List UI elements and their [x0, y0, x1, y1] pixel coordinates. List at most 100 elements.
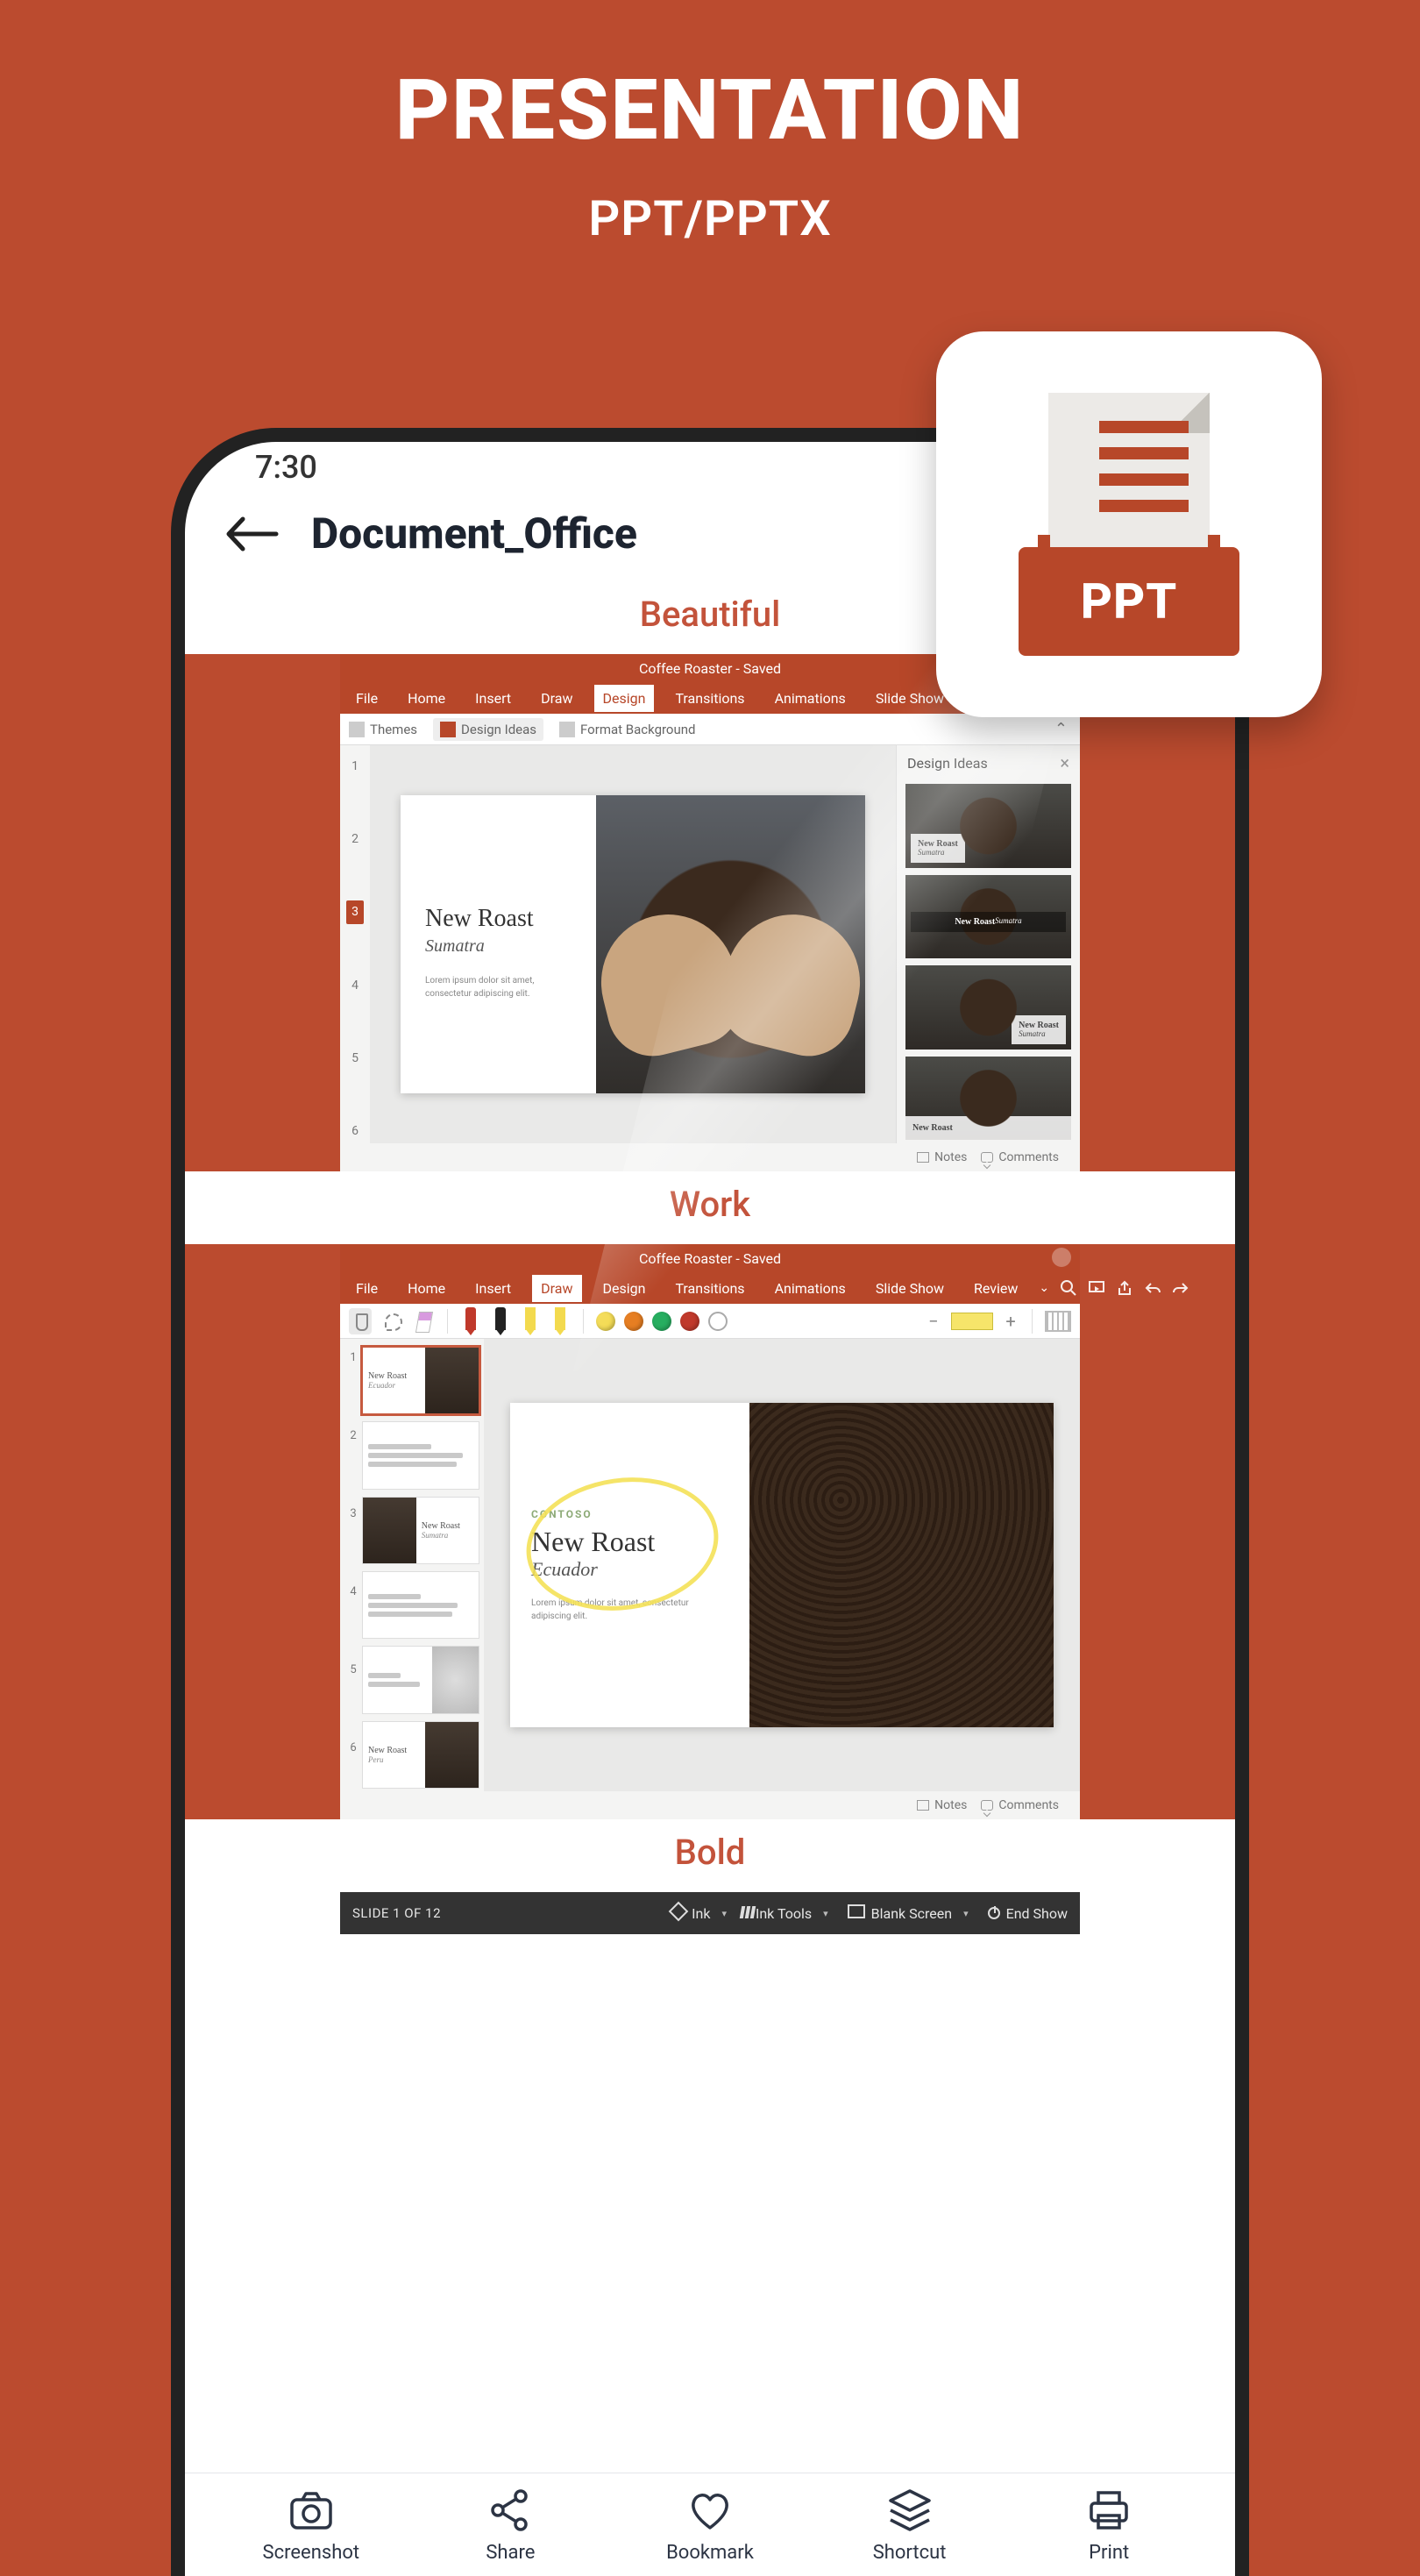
ribbon-tab-insert[interactable]: Insert	[466, 1275, 520, 1302]
slide-thumb-2[interactable]	[363, 1422, 479, 1488]
ribbon-tab-transitions[interactable]: Transitions	[666, 685, 753, 712]
ppt-badge-label: PPT	[1081, 573, 1178, 630]
ink-tools-icon	[746, 1905, 749, 1922]
pen-black[interactable]	[490, 1307, 511, 1335]
thumb-num: 1	[350, 1351, 356, 1364]
ribbon-tab-home[interactable]: Home	[399, 1275, 454, 1302]
blank-screen-menu[interactable]: Blank Screen	[848, 1904, 969, 1922]
slide-thumb-1[interactable]: New RoastEcuador	[363, 1348, 479, 1413]
window-close-icon[interactable]	[1052, 1248, 1071, 1267]
window-title: Coffee Roaster - Saved	[639, 660, 781, 677]
slide-card: New Roast Sumatra Lorem ipsum dolor sit …	[401, 795, 865, 1093]
draw-toolbar: − +	[340, 1304, 1080, 1339]
back-icon[interactable]	[224, 516, 280, 552]
color-more[interactable]	[708, 1312, 728, 1331]
slide-body: Lorem ipsum dolor sit amet, consectetur …	[531, 1597, 728, 1623]
share-icon[interactable]	[1116, 1279, 1133, 1297]
rail-num[interactable]: 4	[351, 973, 359, 997]
design-idea-item[interactable]: New RoastSumatra	[905, 784, 1071, 868]
layers-icon	[885, 2486, 934, 2535]
rail-num-active[interactable]: 3	[346, 900, 364, 924]
slide-card: CONTOSO New Roast Ecuador Lorem ipsum do…	[510, 1403, 1054, 1727]
rail-num[interactable]: 5	[351, 1046, 359, 1070]
rail-num[interactable]: 2	[351, 827, 359, 850]
ink-tools-menu[interactable]: Ink Tools	[746, 1905, 828, 1922]
window-titlebar: Coffee Roaster - Saved	[340, 1244, 1080, 1272]
ribbon-tab-transitions[interactable]: Transitions	[666, 1275, 753, 1302]
ribbon-tab-home[interactable]: Home	[399, 685, 454, 712]
color-green[interactable]	[652, 1312, 671, 1331]
present-icon[interactable]	[1088, 1279, 1105, 1297]
separator	[447, 1309, 448, 1334]
separator	[583, 1309, 584, 1334]
notes-toggle[interactable]: Notes	[917, 1150, 967, 1164]
color-yellow[interactable]	[596, 1312, 615, 1331]
stroke-preview	[951, 1313, 993, 1330]
ribbon-tab-slideshow[interactable]: Slide Show	[867, 1275, 953, 1302]
slide-thumbnails: 1 2 3 4 5 6 New RoastEcuador New RoastSu…	[340, 1339, 484, 1791]
color-red[interactable]	[680, 1312, 699, 1331]
sub-themes[interactable]: Themes	[349, 722, 417, 737]
slide-canvas[interactable]: New Roast Sumatra Lorem ipsum dolor sit …	[370, 745, 896, 1143]
pen-red[interactable]	[460, 1307, 481, 1335]
pen-icon	[671, 1904, 685, 1922]
redo-icon[interactable]	[1172, 1279, 1189, 1297]
slide-thumb-5[interactable]	[363, 1647, 479, 1712]
ppt-badge: PPT	[936, 331, 1322, 717]
share-icon	[486, 2486, 535, 2535]
rail-num[interactable]: 1	[351, 754, 359, 778]
status-time: 7:30	[255, 449, 317, 486]
ribbon-tab-draw[interactable]: Draw	[532, 685, 581, 712]
thumb-column: New RoastEcuador New RoastSumatra New Ro…	[363, 1342, 484, 1788]
ribbon-tab-animations[interactable]: Animations	[766, 1275, 855, 1302]
nav-label: Share	[486, 2542, 535, 2564]
stroke-thicker[interactable]: +	[1002, 1313, 1019, 1330]
ruler-tool[interactable]	[1045, 1311, 1071, 1332]
design-idea-item[interactable]: New RoastSumatra	[905, 875, 1071, 959]
card-band-1: Coffee Roaster - Saved File Home Insert …	[185, 654, 1235, 1171]
editor-body: 1 2 3 4 5 6 New RoastEcuador New RoastSu…	[340, 1339, 1080, 1791]
eraser-tool[interactable]	[412, 1308, 435, 1334]
highlighter-yellow-2[interactable]	[550, 1307, 571, 1335]
sub-design-ideas[interactable]: Design Ideas	[433, 718, 543, 741]
ribbon-tab-insert[interactable]: Insert	[466, 685, 520, 712]
bottom-nav: Screenshot Share Bookmark Shortcut Print	[185, 2473, 1235, 2576]
select-tool[interactable]	[349, 1308, 372, 1334]
ribbon-tab-design[interactable]: Design	[594, 685, 655, 712]
slide-thumb-4[interactable]	[363, 1572, 479, 1638]
ribbon-tab-design[interactable]: Design	[594, 1275, 655, 1302]
slide-subtitle: Sumatra	[425, 936, 580, 957]
ribbon-tab-review[interactable]: Review	[965, 1275, 1026, 1302]
lasso-tool[interactable]	[380, 1308, 403, 1334]
design-ideas-list[interactable]: New RoastSumatra New RoastSumatra New Ro…	[897, 780, 1080, 1143]
undo-icon[interactable]	[1144, 1279, 1161, 1297]
end-show-button[interactable]: End Show	[988, 1905, 1068, 1922]
slide-canvas[interactable]: CONTOSO New Roast Ecuador Lorem ipsum do…	[484, 1339, 1080, 1791]
printer-icon	[1084, 2486, 1133, 2535]
color-orange[interactable]	[624, 1312, 643, 1331]
slide-thumb-6[interactable]: New RoastPeru	[363, 1722, 479, 1788]
heart-icon	[685, 2486, 735, 2535]
chevron-down-icon[interactable]: ⌄	[1039, 1281, 1049, 1295]
highlighter-yellow[interactable]	[520, 1307, 541, 1335]
stroke-thinner[interactable]: −	[925, 1313, 942, 1330]
ribbon: File Home Insert Draw Design Transitions…	[340, 1272, 1080, 1304]
rail-num[interactable]: 6	[351, 1120, 359, 1143]
camera-icon	[287, 2486, 336, 2535]
slide-thumb-3[interactable]: New RoastSumatra	[363, 1498, 479, 1563]
design-idea-item[interactable]: New RoastSumatra	[905, 965, 1071, 1050]
ribbon-tab-animations[interactable]: Animations	[766, 685, 855, 712]
comments-toggle[interactable]: Comments	[981, 1798, 1059, 1812]
sub-format-background[interactable]: Format Background	[559, 722, 695, 737]
slide-title: New Roast	[531, 1526, 728, 1558]
ribbon-tab-file[interactable]: File	[347, 685, 387, 712]
notes-toggle[interactable]: Notes	[917, 1798, 967, 1812]
ribbon-tab-file[interactable]: File	[347, 1275, 387, 1302]
search-icon[interactable]	[1060, 1279, 1077, 1297]
comments-toggle[interactable]: Comments	[981, 1150, 1059, 1164]
design-idea-item[interactable]: New Roast	[905, 1057, 1071, 1141]
ribbon-tab-draw[interactable]: Draw	[532, 1275, 581, 1302]
collapse-ribbon-icon[interactable]: ⌃	[1054, 720, 1068, 738]
close-icon[interactable]: ×	[1060, 752, 1069, 773]
ink-menu[interactable]: Ink	[671, 1904, 727, 1922]
